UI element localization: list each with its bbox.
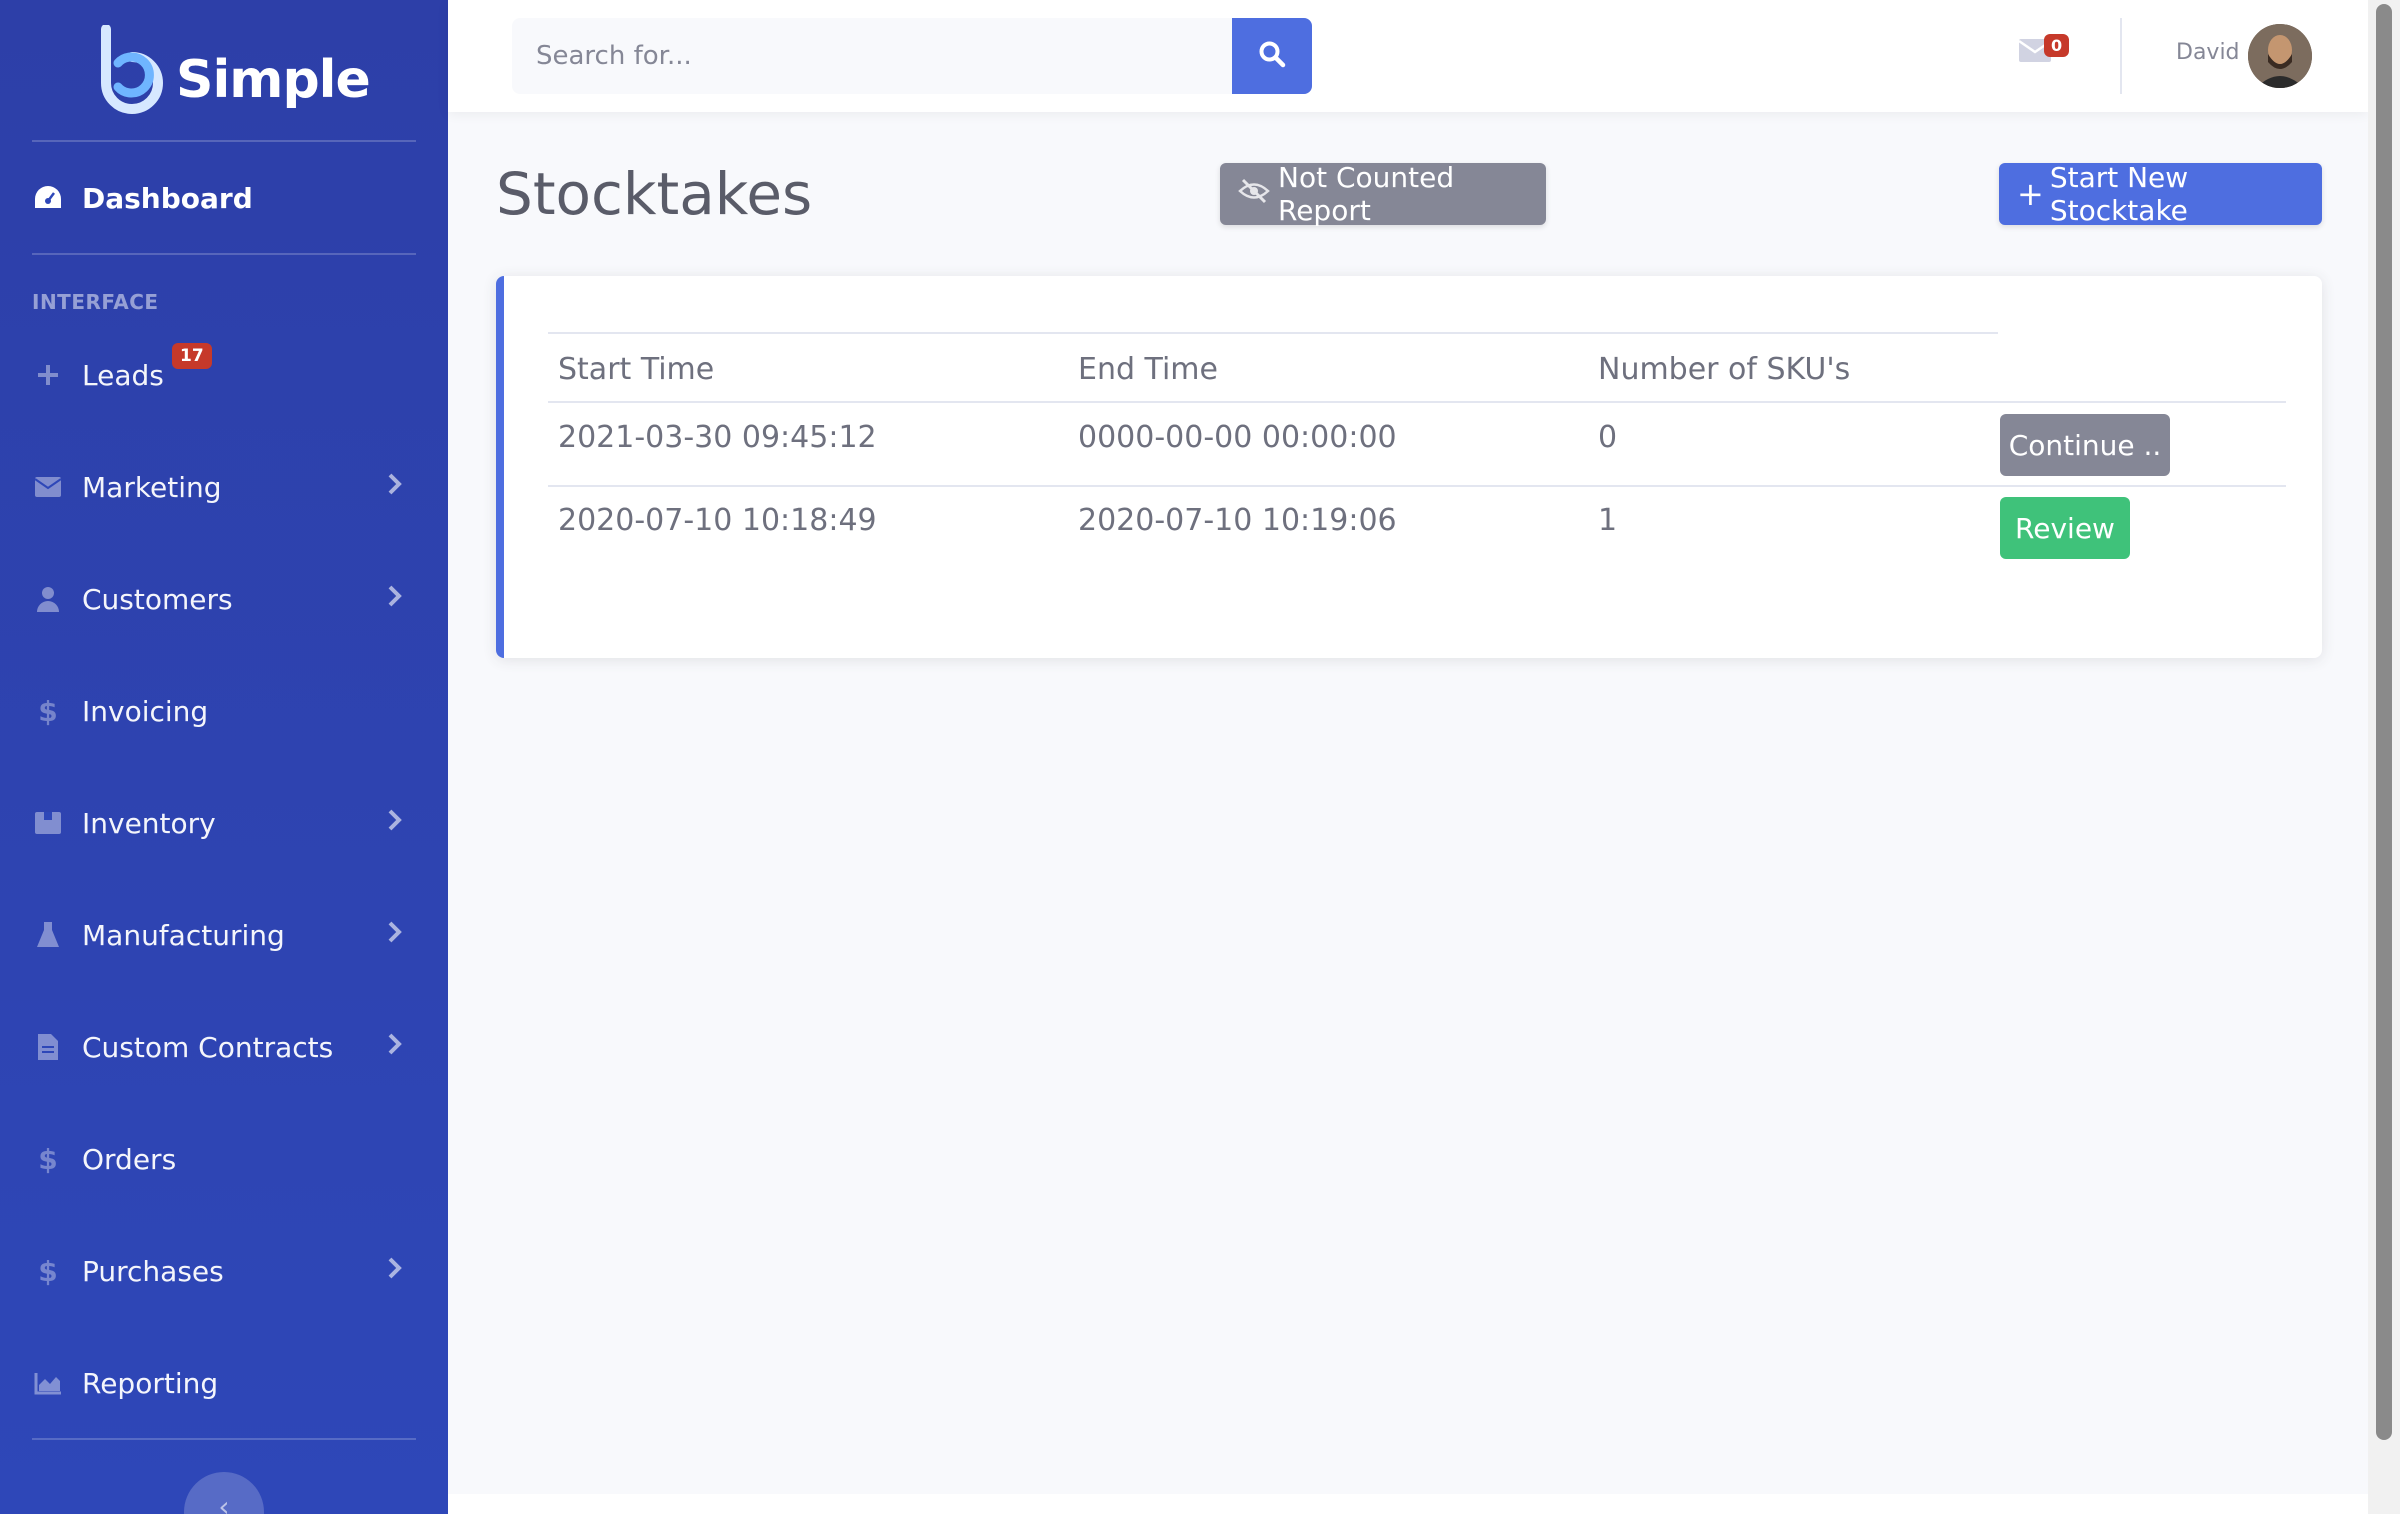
sidebar-item-label: Orders — [82, 1142, 177, 1176]
leads-count-badge: 17 — [172, 343, 212, 369]
brand-name: Simple — [176, 50, 371, 110]
table-row-divider — [548, 485, 2286, 487]
sidebar-item-manufacturing[interactable]: Manufacturing — [0, 905, 448, 965]
sidebar-item-marketing[interactable]: Marketing — [0, 457, 448, 517]
sidebar-item-reporting[interactable]: Reporting — [0, 1353, 448, 1413]
chevron-right-icon — [388, 920, 402, 950]
page-scrollbar[interactable] — [2368, 0, 2400, 1514]
sidebar: Simple Dashboard INTERFACE Leads 17 Mark… — [0, 0, 448, 1514]
search-input[interactable] — [512, 18, 1234, 94]
column-header-start-time: Start Time — [558, 352, 715, 387]
sidebar-item-invoicing[interactable]: $ Invoicing — [0, 681, 448, 741]
chevron-right-icon — [388, 472, 402, 502]
cell-sku-count: 1 — [1598, 503, 1618, 538]
button-label: Start New Stocktake — [2049, 161, 2189, 227]
button-label: Not Counted Report — [1278, 161, 1455, 227]
envelope-icon — [32, 471, 64, 503]
chevron-right-icon — [388, 584, 402, 614]
brand-logo[interactable]: Simple — [96, 22, 371, 118]
table-top-border — [548, 332, 1998, 334]
sidebar-item-label: Dashboard — [82, 181, 253, 215]
cell-end-time: 0000-00-00 00:00:00 — [1078, 420, 1397, 455]
sidebar-heading: INTERFACE — [32, 290, 159, 314]
sidebar-item-label: Inventory — [82, 806, 216, 840]
sidebar-item-label: Customers — [82, 582, 233, 616]
dollar-icon: $ — [38, 694, 58, 728]
sidebar-item-custom-contracts[interactable]: Custom Contracts — [0, 1017, 448, 1077]
user-avatar[interactable] — [2248, 24, 2312, 88]
user-icon — [32, 583, 64, 615]
chevron-right-icon — [388, 808, 402, 838]
cell-start-time: 2021-03-30 09:45:12 — [558, 420, 877, 455]
sidebar-item-leads[interactable]: Leads — [0, 345, 448, 405]
chevron-left-icon: ‹ — [218, 1490, 230, 1514]
cell-sku-count: 0 — [1598, 420, 1618, 455]
messages-count-badge: 0 — [2044, 34, 2070, 57]
user-name[interactable]: David — [2176, 40, 2240, 65]
eye-slash-icon — [1238, 178, 1270, 211]
sidebar-item-customers[interactable]: Customers — [0, 569, 448, 629]
sidebar-divider — [32, 253, 416, 255]
stocktakes-card: Start Time End Time Number of SKU's 2021… — [496, 276, 2322, 658]
chevron-right-icon — [388, 1256, 402, 1286]
box-icon — [32, 807, 64, 839]
sidebar-item-label: Invoicing — [82, 694, 209, 728]
sidebar-item-inventory[interactable]: Inventory — [0, 793, 448, 853]
logo-b-icon — [96, 24, 176, 115]
column-header-end-time: End Time — [1078, 352, 1218, 387]
page-title: Stocktakes — [496, 160, 813, 228]
footer-strip — [448, 1494, 2368, 1514]
search-button[interactable] — [1232, 18, 1312, 94]
sidebar-item-label: Custom Contracts — [82, 1030, 334, 1064]
sidebar-item-label: Purchases — [82, 1254, 224, 1288]
sidebar-divider — [32, 140, 416, 142]
continue-button[interactable]: Continue .. — [2000, 414, 2170, 476]
topbar: 0 David — [448, 0, 2368, 112]
sidebar-item-label: Leads — [82, 358, 164, 392]
topbar-divider — [2120, 18, 2122, 94]
sidebar-item-label: Reporting — [82, 1366, 219, 1400]
cell-end-time: 2020-07-10 10:19:06 — [1078, 503, 1397, 538]
scrollbar-thumb[interactable] — [2376, 4, 2392, 1440]
flask-icon — [32, 919, 64, 951]
dollar-icon: $ — [38, 1142, 58, 1176]
sidebar-item-label: Manufacturing — [82, 918, 285, 952]
cell-start-time: 2020-07-10 10:18:49 — [558, 503, 877, 538]
sidebar-item-orders[interactable]: $ Orders — [0, 1129, 448, 1189]
avatar-image — [2248, 24, 2312, 88]
table-header-divider — [548, 401, 2286, 403]
search-icon — [1258, 40, 1286, 72]
chevron-right-icon — [388, 1032, 402, 1062]
sidebar-item-dashboard[interactable]: Dashboard — [0, 168, 448, 228]
area-chart-icon — [32, 1367, 64, 1399]
sidebar-item-purchases[interactable]: $ Purchases — [0, 1241, 448, 1301]
sidebar-divider — [32, 1438, 416, 1440]
tachometer-icon — [32, 182, 64, 214]
not-counted-report-button[interactable]: Not Counted Report — [1220, 161, 1546, 227]
document-icon — [32, 1031, 64, 1063]
sidebar-toggle-button[interactable]: ‹ — [184, 1472, 264, 1514]
sidebar-item-label: Marketing — [82, 470, 222, 504]
plus-icon: + — [2017, 175, 2044, 213]
column-header-sku-count: Number of SKU's — [1598, 352, 1851, 387]
dollar-icon: $ — [38, 1254, 58, 1288]
review-button[interactable]: Review — [2000, 497, 2130, 559]
start-new-stocktake-button[interactable]: + Start New Stocktake — [1999, 161, 2322, 227]
plus-icon — [32, 359, 64, 391]
